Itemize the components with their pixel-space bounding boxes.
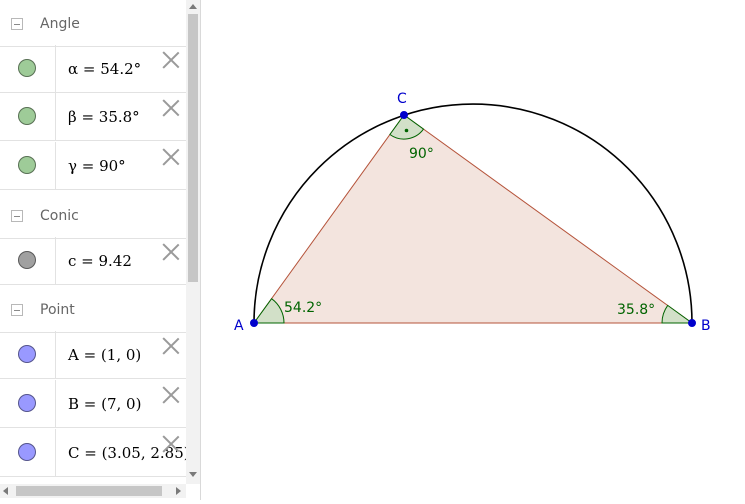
- collapse-icon[interactable]: [11, 210, 23, 222]
- angle-label-beta: 35.8°: [617, 302, 655, 318]
- group-header-point[interactable]: Point: [0, 288, 186, 333]
- algebra-item-text[interactable]: B = (7, 0): [68, 395, 141, 413]
- marker-cell: [0, 331, 56, 378]
- algebra-item-B[interactable]: B = (7, 0): [0, 380, 186, 428]
- algebra-item-text[interactable]: γ = 90°: [68, 157, 126, 175]
- group-header-angle[interactable]: Angle: [0, 2, 186, 47]
- delete-icon[interactable]: [162, 99, 180, 117]
- algebra-item-C[interactable]: C = (3.05, 2.85): [0, 429, 190, 477]
- visibility-toggle-icon[interactable]: [18, 251, 36, 269]
- marker-cell: [0, 45, 56, 92]
- point-A[interactable]: [250, 319, 258, 327]
- group-label: Angle: [40, 16, 80, 32]
- delete-icon[interactable]: [162, 337, 180, 355]
- marker-cell: [0, 142, 56, 189]
- collapse-icon[interactable]: [11, 304, 23, 316]
- graphics-canvas[interactable]: A B C 54.2° 35.8° 90°: [201, 0, 745, 500]
- angle-label-gamma: 90°: [409, 146, 434, 162]
- graphics-view[interactable]: A B C 54.2° 35.8° 90°: [201, 0, 745, 500]
- visibility-toggle-icon[interactable]: [18, 59, 36, 77]
- right-angle-dot: [404, 128, 409, 133]
- delete-icon[interactable]: [162, 386, 180, 404]
- angle-beta-sector[interactable]: [661, 304, 694, 324]
- vertical-scrollbar[interactable]: [186, 0, 200, 484]
- delete-icon[interactable]: [162, 435, 180, 453]
- point-label-C: C: [397, 91, 407, 107]
- visibility-toggle-icon[interactable]: [18, 107, 36, 125]
- algebra-item-beta[interactable]: β = 35.8°: [0, 93, 186, 141]
- algebra-view: Angle α = 54.2° β = 35.8° γ = 90° Conic …: [0, 0, 201, 500]
- group-header-conic[interactable]: Conic: [0, 194, 186, 239]
- group-label: Point: [40, 302, 75, 318]
- horizontal-scrollbar[interactable]: [0, 484, 186, 498]
- scroll-up-icon[interactable]: [189, 4, 197, 9]
- delete-icon[interactable]: [162, 243, 180, 261]
- scroll-left-icon[interactable]: [3, 487, 8, 495]
- scrollbar-thumb[interactable]: [188, 14, 198, 282]
- algebra-item-gamma[interactable]: γ = 90°: [0, 142, 186, 190]
- algebra-item-text[interactable]: β = 35.8°: [68, 108, 140, 126]
- algebra-item-c[interactable]: c = 9.42: [0, 237, 186, 285]
- triangle-abc[interactable]: [253, 114, 694, 324]
- point-label-A: A: [234, 318, 244, 334]
- marker-cell: [0, 93, 56, 140]
- algebra-item-A[interactable]: A = (1, 0): [0, 331, 186, 379]
- marker-cell: [0, 237, 56, 284]
- marker-cell: [0, 429, 56, 476]
- point-C[interactable]: [400, 111, 408, 119]
- visibility-toggle-icon[interactable]: [18, 345, 36, 363]
- scroll-right-icon[interactable]: [176, 487, 181, 495]
- scrollbar-thumb[interactable]: [16, 486, 162, 496]
- point-label-B: B: [701, 318, 711, 334]
- algebra-item-text[interactable]: α = 54.2°: [68, 60, 141, 78]
- algebra-item-text[interactable]: c = 9.42: [68, 252, 132, 270]
- visibility-toggle-icon[interactable]: [18, 443, 36, 461]
- scroll-down-icon[interactable]: [189, 472, 197, 477]
- angle-label-alpha: 54.2°: [284, 300, 322, 316]
- point-B[interactable]: [688, 319, 696, 327]
- delete-icon[interactable]: [162, 148, 180, 166]
- collapse-icon[interactable]: [11, 18, 23, 30]
- delete-icon[interactable]: [162, 51, 180, 69]
- group-label: Conic: [40, 208, 79, 224]
- algebra-item-alpha[interactable]: α = 54.2°: [0, 45, 186, 93]
- visibility-toggle-icon[interactable]: [18, 394, 36, 412]
- visibility-toggle-icon[interactable]: [18, 156, 36, 174]
- algebra-item-text[interactable]: A = (1, 0): [68, 346, 141, 364]
- marker-cell: [0, 380, 56, 427]
